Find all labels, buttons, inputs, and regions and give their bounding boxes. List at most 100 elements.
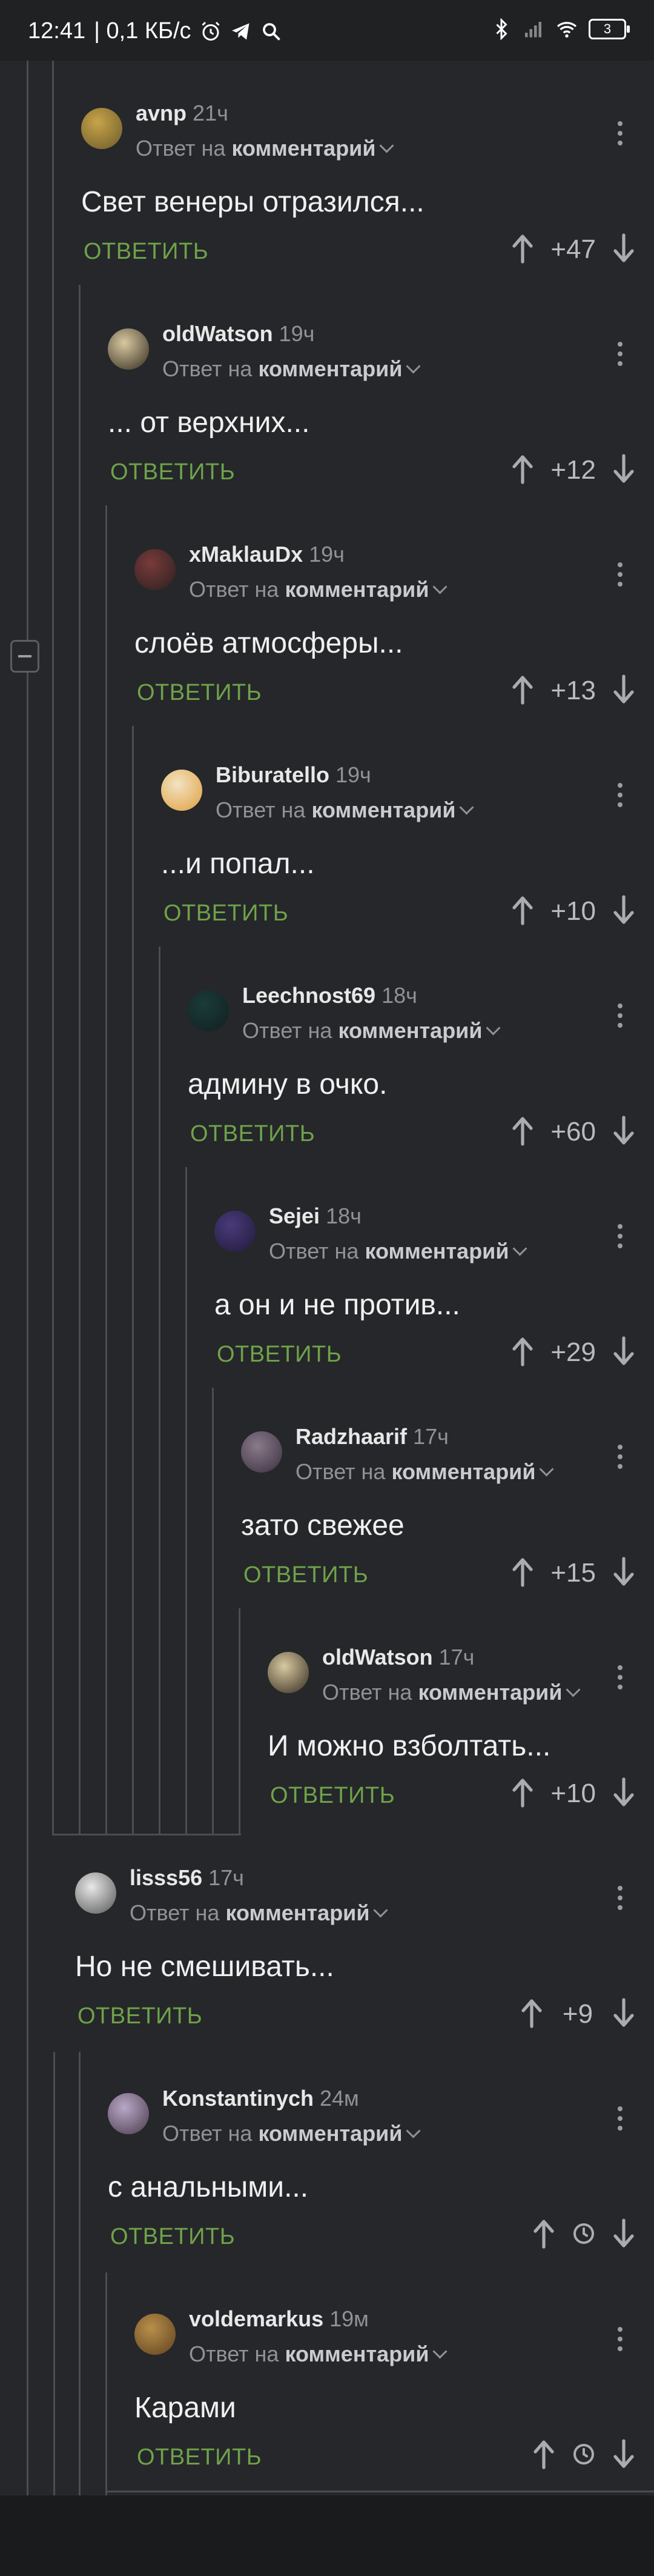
avatar[interactable] bbox=[268, 1652, 309, 1693]
reply-to-target[interactable]: комментарий bbox=[391, 1459, 535, 1484]
author-name[interactable]: avnp bbox=[136, 101, 187, 125]
downvote-button[interactable] bbox=[612, 1336, 636, 1370]
reply-to-link[interactable]: Ответ на комментарий bbox=[242, 1018, 501, 1043]
comment-author-line[interactable]: oldWatson 19ч bbox=[162, 321, 314, 347]
downvote-button[interactable] bbox=[612, 894, 636, 929]
reply-button[interactable]: ОТВЕТИТЬ bbox=[84, 239, 208, 265]
comment-author-line[interactable]: xMaklauDx 19ч bbox=[189, 542, 345, 567]
author-name[interactable]: xMaklauDx bbox=[189, 542, 303, 567]
more-options-icon[interactable] bbox=[618, 783, 623, 812]
reply-to-link[interactable]: Ответ на комментарий bbox=[189, 2341, 448, 2367]
reply-button[interactable]: ОТВЕТИТЬ bbox=[78, 2003, 202, 2029]
reply-to-link[interactable]: Ответ на комментарий bbox=[136, 136, 394, 161]
comment-author-line[interactable]: Leechnost69 18ч bbox=[242, 983, 417, 1008]
upvote-button[interactable] bbox=[520, 1997, 544, 2032]
reply-to-link[interactable]: Ответ на комментарий bbox=[216, 797, 474, 823]
author-name[interactable]: oldWatson bbox=[322, 1645, 433, 1669]
reply-button[interactable]: ОТВЕТИТЬ bbox=[110, 2224, 235, 2250]
more-options-icon[interactable] bbox=[618, 1886, 623, 1915]
upvote-button[interactable] bbox=[532, 2438, 556, 2473]
reply-to-target[interactable]: комментарий bbox=[285, 2341, 429, 2366]
comment-author-line[interactable]: voldemarkus 19м bbox=[189, 2306, 369, 2332]
comment-author-line[interactable]: avnp 21ч bbox=[136, 101, 228, 126]
reply-to-target[interactable]: комментарий bbox=[365, 1239, 509, 1263]
avatar[interactable] bbox=[134, 549, 176, 590]
avatar[interactable] bbox=[108, 328, 149, 370]
upvote-button[interactable] bbox=[510, 1336, 535, 1370]
reply-to-target[interactable]: комментарий bbox=[258, 356, 402, 381]
author-name[interactable]: Radzhaarif bbox=[296, 1424, 407, 1449]
author-name[interactable]: Konstantinych bbox=[162, 2086, 314, 2111]
avatar[interactable] bbox=[188, 990, 229, 1031]
author-name[interactable]: Leechnost69 bbox=[242, 983, 375, 1008]
author-name[interactable]: voldemarkus bbox=[189, 2306, 323, 2331]
reply-to-link[interactable]: Ответ на комментарий bbox=[162, 356, 421, 382]
more-options-icon[interactable] bbox=[618, 2106, 623, 2135]
avatar[interactable] bbox=[134, 2314, 176, 2355]
reply-to-link[interactable]: Ответ на комментарий bbox=[162, 2121, 421, 2146]
downvote-button[interactable] bbox=[612, 1115, 636, 1150]
reply-to-link[interactable]: Ответ на комментарий bbox=[296, 1459, 554, 1485]
downvote-button[interactable] bbox=[612, 2438, 636, 2473]
more-options-icon[interactable] bbox=[618, 121, 623, 150]
avatar[interactable] bbox=[81, 108, 122, 149]
reply-button[interactable]: ОТВЕТИТЬ bbox=[217, 1342, 342, 1368]
reply-to-target[interactable]: комментарий bbox=[311, 797, 455, 822]
reply-to-link[interactable]: Ответ на комментарий bbox=[130, 1900, 388, 1926]
upvote-button[interactable] bbox=[510, 233, 535, 267]
avatar[interactable] bbox=[108, 2093, 149, 2134]
downvote-button[interactable] bbox=[612, 1556, 636, 1591]
reply-button[interactable]: ОТВЕТИТЬ bbox=[190, 1121, 315, 1147]
comment-author-line[interactable]: oldWatson 17ч bbox=[322, 1645, 474, 1670]
reply-to-link[interactable]: Ответ на комментарий bbox=[189, 577, 448, 602]
avatar[interactable] bbox=[214, 1211, 256, 1252]
upvote-button[interactable] bbox=[510, 1556, 535, 1591]
avatar[interactable] bbox=[161, 770, 202, 811]
author-name[interactable]: lisss56 bbox=[130, 1865, 202, 1890]
more-options-icon[interactable] bbox=[618, 1224, 623, 1253]
reply-button[interactable]: ОТВЕТИТЬ bbox=[164, 900, 288, 927]
comment-author-line[interactable]: Konstantinych 24м bbox=[162, 2086, 359, 2111]
more-options-icon[interactable] bbox=[618, 1445, 623, 1474]
avatar[interactable] bbox=[75, 1872, 116, 1914]
reply-button[interactable]: ОТВЕТИТЬ bbox=[243, 1562, 368, 1588]
reply-to-link[interactable]: Ответ на комментарий bbox=[322, 1680, 581, 1705]
more-options-icon[interactable] bbox=[618, 2327, 623, 2356]
downvote-button[interactable] bbox=[612, 674, 636, 708]
reply-button[interactable]: ОТВЕТИТЬ bbox=[270, 1783, 395, 1809]
upvote-button[interactable] bbox=[510, 894, 535, 929]
upvote-button[interactable] bbox=[510, 1777, 535, 1811]
reply-to-link[interactable]: Ответ на комментарий bbox=[269, 1239, 527, 1264]
reply-to-target[interactable]: комментарий bbox=[285, 577, 429, 602]
reply-button[interactable]: ОТВЕТИТЬ bbox=[137, 2445, 262, 2471]
reply-to-target[interactable]: комментарий bbox=[338, 1018, 482, 1043]
author-name[interactable]: oldWatson bbox=[162, 321, 273, 346]
upvote-button[interactable] bbox=[510, 674, 535, 708]
more-options-icon[interactable] bbox=[618, 1665, 623, 1694]
more-options-icon[interactable] bbox=[618, 562, 623, 591]
comment-author-line[interactable]: lisss56 17ч bbox=[130, 1865, 244, 1891]
comment-author-line[interactable]: Radzhaarif 17ч bbox=[296, 1424, 449, 1449]
upvote-button[interactable] bbox=[510, 453, 535, 488]
more-options-icon[interactable] bbox=[618, 342, 623, 371]
author-name[interactable]: Biburatello bbox=[216, 762, 329, 787]
more-options-icon[interactable] bbox=[618, 1003, 623, 1033]
reply-to-target[interactable]: комментарий bbox=[231, 136, 375, 161]
reply-to-target[interactable]: комментарий bbox=[225, 1900, 369, 1925]
upvote-button[interactable] bbox=[532, 2218, 556, 2252]
comment-author-line[interactable]: Sejei 18ч bbox=[269, 1203, 362, 1229]
author-name[interactable]: Sejei bbox=[269, 1203, 320, 1228]
avatar[interactable] bbox=[241, 1431, 282, 1473]
downvote-button[interactable] bbox=[612, 233, 636, 267]
reply-button[interactable]: ОТВЕТИТЬ bbox=[110, 459, 235, 485]
downvote-button[interactable] bbox=[612, 2218, 636, 2252]
comment-author-line[interactable]: Biburatello 19ч bbox=[216, 762, 371, 788]
downvote-button[interactable] bbox=[612, 1997, 636, 2032]
reply-to-target[interactable]: комментарий bbox=[418, 1680, 562, 1705]
upvote-button[interactable] bbox=[510, 1115, 535, 1150]
collapse-thread-button[interactable] bbox=[10, 640, 39, 673]
reply-button[interactable]: ОТВЕТИТЬ bbox=[137, 680, 262, 706]
reply-to-target[interactable]: комментарий bbox=[258, 2121, 402, 2146]
downvote-button[interactable] bbox=[612, 1777, 636, 1811]
downvote-button[interactable] bbox=[612, 453, 636, 488]
